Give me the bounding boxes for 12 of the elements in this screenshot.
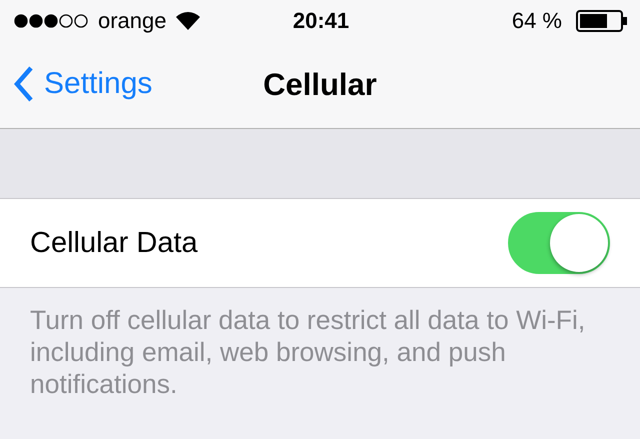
footer-note: Turn off cellular data to restrict all data to Wi-Fi, including email, web browsing, and push notifications.	[29, 304, 586, 400]
back-button[interactable]: Settings	[14, 66, 152, 102]
row-label: Cellular Data	[30, 226, 198, 260]
chevron-icon	[14, 66, 34, 102]
page-title: Cellular	[263, 67, 377, 103]
clock: 20:41	[292, 8, 350, 34]
wifi-icon	[174, 11, 201, 31]
carrier-name: orange	[98, 8, 167, 34]
battery-icon	[576, 10, 628, 32]
battery-percent: 64 %	[512, 8, 562, 34]
toggle-switch[interactable]	[508, 212, 610, 274]
signal-icon	[14, 14, 90, 28]
